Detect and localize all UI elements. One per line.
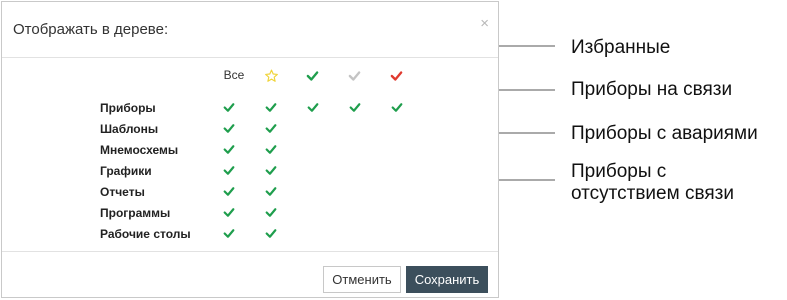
checkbox-all-row-3[interactable]	[222, 164, 236, 177]
checkbox-all-row-4[interactable]	[222, 185, 236, 198]
green-check-icon	[306, 71, 319, 81]
checkbox-favorites-row-1[interactable]	[264, 122, 278, 135]
checkbox-alarm-row-0[interactable]	[390, 101, 404, 114]
checkbox-favorites-row-6[interactable]	[264, 227, 278, 240]
row-label-programs: Программы	[100, 206, 171, 220]
red-check-icon	[390, 71, 403, 81]
save-button[interactable]: Сохранить	[406, 266, 488, 293]
gray-check-icon	[348, 71, 361, 81]
star-outline-icon	[265, 69, 278, 82]
row-label-reports: Отчеты	[100, 185, 145, 199]
row-label-mnemonics: Мнемосхемы	[100, 143, 179, 157]
callout-favorites: Избранные	[571, 37, 671, 58]
dialog-footer: Отменить Сохранить	[2, 251, 498, 297]
checkbox-all-row-2[interactable]	[222, 143, 236, 156]
checkbox-favorites-row-0[interactable]	[264, 101, 278, 114]
close-icon[interactable]: ×	[480, 15, 489, 32]
row-label-devices: Приборы	[100, 101, 156, 115]
checkbox-all-row-5[interactable]	[222, 206, 236, 219]
dialog-header: Отображать в дереве: ×	[2, 2, 498, 58]
dialog-title: Отображать в дереве:	[13, 21, 169, 38]
callout-online: Приборы на связи	[571, 79, 733, 100]
row-label-charts: Графики	[100, 164, 152, 178]
cancel-button[interactable]: Отменить	[323, 266, 401, 293]
row-label-templates: Шаблоны	[100, 122, 159, 136]
checkbox-favorites-row-3[interactable]	[264, 164, 278, 177]
callout-offline-line2: отсутствием связи	[571, 183, 734, 204]
checkbox-all-row-6[interactable]	[222, 227, 236, 240]
checkbox-favorites-row-2[interactable]	[264, 143, 278, 156]
callout-offline-line1: Приборы с	[571, 161, 667, 182]
tree-display-dialog: Отображать в дереве: × Все Приборы Шабло…	[1, 1, 499, 298]
checkbox-online-row-0[interactable]	[306, 101, 320, 114]
callout-alarm: Приборы с авариями	[571, 123, 758, 144]
row-label-desktops: Рабочие столы	[100, 227, 191, 241]
column-header-all: Все	[223, 68, 245, 82]
checkbox-favorites-row-4[interactable]	[264, 185, 278, 198]
checkbox-offline-row-0[interactable]	[348, 101, 362, 114]
checkbox-all-row-1[interactable]	[222, 122, 236, 135]
checkbox-favorites-row-5[interactable]	[264, 206, 278, 219]
checkbox-all-row-0[interactable]	[222, 101, 236, 114]
